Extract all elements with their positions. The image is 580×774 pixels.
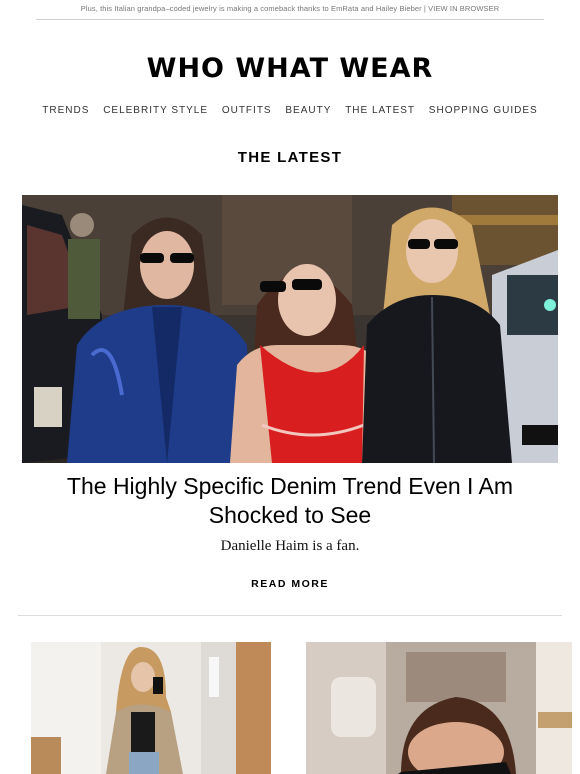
section-title: THE LATEST: [237, 149, 343, 166]
main-nav: TRENDS CELEBRITY STYLE OUTFITS BEAUTY TH…: [0, 105, 580, 116]
hero-image[interactable]: [22, 195, 558, 463]
top-divider: [36, 19, 544, 20]
nav-item-outfits[interactable]: OUTFITS: [222, 105, 272, 116]
nav-item-trends[interactable]: TRENDS: [42, 105, 89, 116]
hero-title[interactable]: The Highly Specific Denim Trend Even I A…: [40, 472, 540, 530]
preheader: Plus, this Italian grandpa–coded jewelry…: [0, 4, 580, 13]
brand-logo[interactable]: WHO WHAT WEAR: [0, 53, 580, 84]
view-in-browser-link[interactable]: VIEW IN BROWSER: [428, 4, 499, 13]
hero-dek: Danielle Haim is a fan.: [220, 538, 360, 554]
nav-item-the-latest[interactable]: THE LATEST: [345, 105, 415, 116]
story-thumbnail-right[interactable]: [306, 642, 572, 774]
preheader-text: Plus, this Italian grandpa–coded jewelry…: [80, 4, 422, 13]
nav-item-shopping-guides[interactable]: SHOPPING GUIDES: [429, 105, 538, 116]
story-thumbnail-left[interactable]: [31, 642, 271, 774]
nav-item-beauty[interactable]: BEAUTY: [285, 105, 331, 116]
section-divider: [18, 615, 562, 616]
nav-item-celebrity-style[interactable]: CELEBRITY STYLE: [103, 105, 208, 116]
read-more-link[interactable]: READ MORE: [0, 578, 580, 590]
